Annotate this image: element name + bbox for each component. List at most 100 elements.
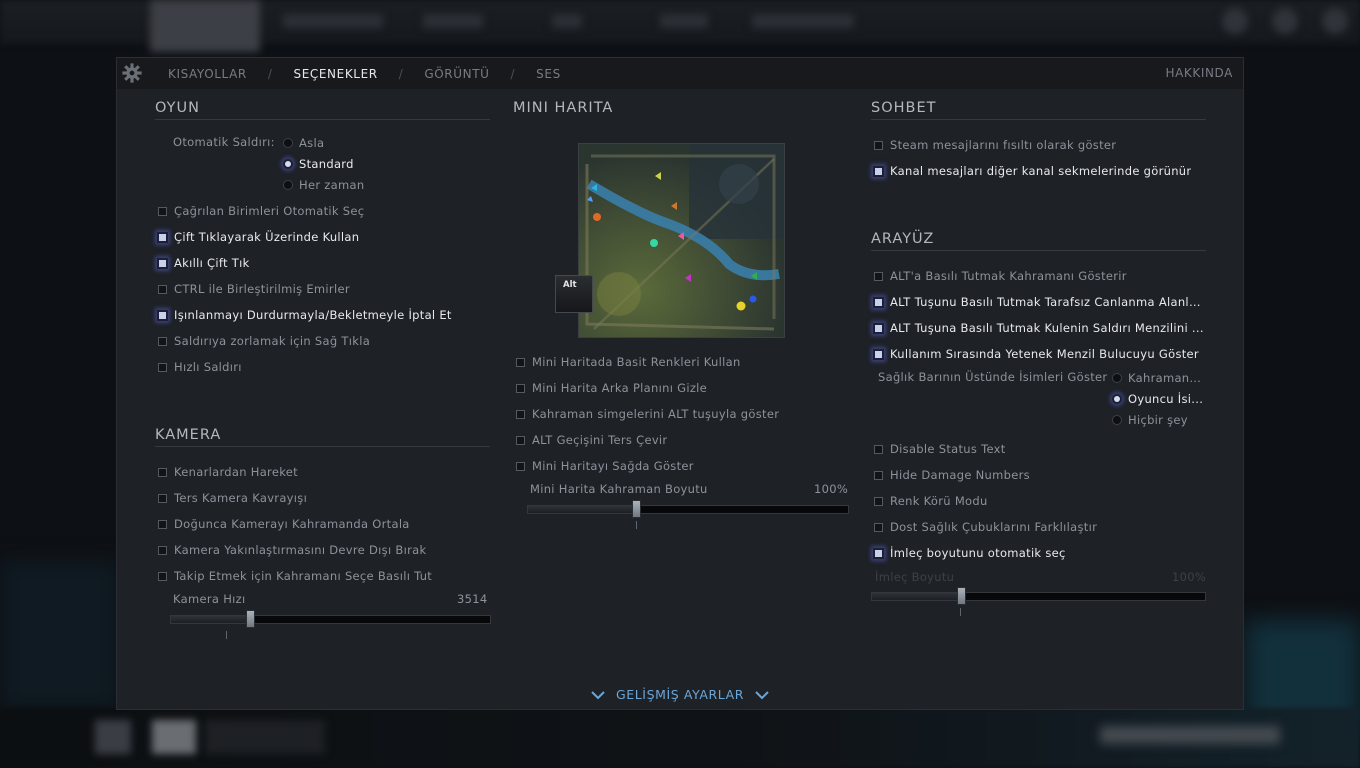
minimap-checkbox-row[interactable]: ALT Geçişini Ters Çevir: [516, 433, 846, 447]
about-link[interactable]: HAKKINDA: [1165, 66, 1233, 80]
checkbox[interactable]: [158, 467, 167, 477]
gear-icon[interactable]: [121, 62, 143, 84]
checkbox[interactable]: [158, 571, 167, 581]
checkbox[interactable]: [516, 435, 525, 445]
checkbox[interactable]: [158, 545, 167, 555]
interface-checkbox-row[interactable]: Hide Damage Numbers: [874, 468, 1209, 482]
slider-default-tick: [960, 608, 961, 616]
auto-attack-radio[interactable]: Her zaman: [283, 178, 364, 192]
interface-checkbox-row[interactable]: Dost Sağlık Çubuklarını Farklılaştır: [874, 520, 1209, 534]
slider-thumb[interactable]: [957, 587, 966, 605]
tab-video[interactable]: GÖRÜNTÜ: [424, 67, 489, 81]
checkbox[interactable]: [158, 336, 167, 346]
slider-default-tick: [636, 521, 637, 529]
radio-dot[interactable]: [1112, 415, 1122, 425]
tab-shortcuts[interactable]: KISAYOLLAR: [168, 67, 247, 81]
camera-speed-slider[interactable]: [170, 610, 491, 628]
names-radio[interactable]: Hiçbir şey: [1112, 413, 1204, 427]
interface-checkbox-row[interactable]: ALT'a Basılı Tutmak Kahramanı Gösterir: [874, 269, 1206, 283]
checkbox[interactable]: [158, 519, 167, 529]
checkbox-label: ALT'a Basılı Tutmak Kahramanı Gösterir: [890, 269, 1127, 283]
minimap-checkbox-row[interactable]: Mini Harita Arka Planını Gizle: [516, 381, 846, 395]
radio-dot[interactable]: [283, 159, 293, 169]
interface-checkbox-row[interactable]: ALT Tuşuna Basılı Tutmak Kulenin Saldırı…: [873, 321, 1206, 335]
checkbox[interactable]: [516, 461, 525, 471]
checkbox[interactable]: [874, 444, 883, 454]
cursor-size-label: İmleç Boyutu: [875, 570, 955, 584]
advanced-settings-toggle[interactable]: GELİŞMİŞ AYARLAR: [117, 686, 1243, 702]
checkbox[interactable]: [158, 362, 167, 372]
cursor-size-slider[interactable]: [871, 587, 1206, 605]
names-radio[interactable]: Kahraman ...: [1112, 371, 1204, 385]
radio-dot[interactable]: [283, 138, 293, 148]
camera-checkbox-row[interactable]: Kenarlardan Hareket: [158, 465, 488, 479]
checkbox[interactable]: [874, 522, 883, 532]
chat-checkbox-row[interactable]: Kanal mesajları diğer kanal sekmelerinde…: [873, 164, 1209, 178]
slider-thumb[interactable]: [632, 500, 641, 518]
checkbox[interactable]: [516, 409, 525, 419]
checkbox-label: Çağrılan Birimleri Otomatik Seç: [174, 204, 365, 218]
checkbox[interactable]: [157, 231, 168, 243]
radio-dot[interactable]: [1112, 373, 1122, 383]
radio-label: Hiçbir şey: [1128, 413, 1188, 427]
checkbox-label: Doğunca Kamerayı Kahramanda Ortala: [174, 517, 410, 531]
interface-checkbox-row[interactable]: İmleç boyutunu otomatik seç: [873, 546, 1209, 560]
minimap-hero-size-slider[interactable]: [527, 500, 849, 518]
game-checkbox-row[interactable]: Hızlı Saldırı: [158, 360, 488, 374]
checkbox[interactable]: [874, 496, 883, 506]
interface-checkbox-row[interactable]: Renk Körü Modu: [874, 494, 1209, 508]
auto-attack-radio[interactable]: Asla: [283, 136, 324, 150]
checkbox-label: Disable Status Text: [890, 442, 1006, 456]
camera-checkbox-row[interactable]: Takip Etmek için Kahramanı Seçe Basılı T…: [158, 569, 488, 583]
checkbox[interactable]: [516, 357, 525, 367]
checkbox[interactable]: [873, 165, 884, 177]
game-checkbox-row[interactable]: Saldırıya zorlamak için Sağ Tıkla: [158, 334, 488, 348]
checkbox-label: Kenarlardan Hareket: [174, 465, 298, 479]
checkbox-label: CTRL ile Birleştirilmiş Emirler: [174, 282, 350, 296]
checkbox[interactable]: [158, 284, 167, 294]
minimap-checkbox-row[interactable]: Mini Haritayı Sağda Göster: [516, 459, 846, 473]
minimap-checkbox-row[interactable]: Mini Haritada Basit Renkleri Kullan: [516, 355, 846, 369]
game-checkbox-row[interactable]: Çağrılan Birimleri Otomatik Seç: [158, 204, 488, 218]
checkbox[interactable]: [158, 493, 167, 503]
game-checkbox-row[interactable]: Çift Tıklayarak Üzerinde Kullan: [157, 230, 488, 244]
camera-checkbox-row[interactable]: Kamera Yakınlaştırmasını Devre Dışı Bıra…: [158, 543, 488, 557]
interface-checkbox-row[interactable]: Disable Status Text: [874, 442, 1209, 456]
radio-dot[interactable]: [1112, 394, 1122, 404]
names-radio[interactable]: Oyuncu İsi...: [1112, 392, 1204, 406]
checkbox[interactable]: [874, 271, 883, 281]
checkbox[interactable]: [873, 547, 884, 559]
checkbox[interactable]: [874, 140, 883, 150]
camera-checkbox-row[interactable]: Ters Kamera Kavrayışı: [158, 491, 488, 505]
camera-checkbox-row[interactable]: Doğunca Kamerayı Kahramanda Ortala: [158, 517, 488, 531]
checkbox-label: Hızlı Saldırı: [174, 360, 242, 374]
chat-checkbox-row[interactable]: Steam mesajlarını fısıltı olarak göster: [874, 138, 1209, 152]
checkbox-label: Ters Kamera Kavrayışı: [174, 491, 308, 505]
interface-checkbox-row[interactable]: ALT Tuşunu Basılı Tutmak Tarafsız Canlan…: [873, 295, 1206, 309]
slider-thumb[interactable]: [246, 610, 255, 628]
minimap-checkbox-row[interactable]: Kahraman simgelerini ALT tuşuyla göster: [516, 407, 846, 421]
checkbox[interactable]: [873, 348, 884, 360]
radio-label: Oyuncu İsi...: [1128, 392, 1204, 406]
tab-options[interactable]: SEÇENEKLER: [294, 67, 378, 81]
auto-attack-radio[interactable]: Standard: [283, 157, 354, 171]
checkbox[interactable]: [874, 470, 883, 480]
slider-default-tick: [226, 631, 227, 639]
checkbox-label: Takip Etmek için Kahramanı Seçe Basılı T…: [174, 569, 433, 583]
interface-checkbox-row[interactable]: Kullanım Sırasında Yetenek Menzil Bulucu…: [873, 347, 1206, 361]
checkbox[interactable]: [873, 322, 884, 334]
checkbox[interactable]: [157, 257, 168, 269]
checkbox[interactable]: [516, 383, 525, 393]
radio-dot[interactable]: [283, 180, 293, 190]
game-checkbox-row[interactable]: Akıllı Çift Tık: [157, 256, 488, 270]
game-checkbox-row[interactable]: Işınlanmayı Durdurmayla/Bekletmeyle İpta…: [157, 308, 488, 322]
minimap-hero-size-value: 100%: [814, 482, 849, 496]
checkbox[interactable]: [158, 206, 167, 216]
background-glow: [0, 560, 120, 710]
checkbox[interactable]: [873, 296, 884, 308]
game-checkbox-row[interactable]: CTRL ile Birleştirilmiş Emirler: [158, 282, 488, 296]
tab-separator: /: [267, 66, 273, 81]
checkbox[interactable]: [157, 309, 168, 321]
section-title-chat: SOHBET: [871, 100, 1206, 120]
tab-sound[interactable]: SES: [536, 67, 561, 81]
